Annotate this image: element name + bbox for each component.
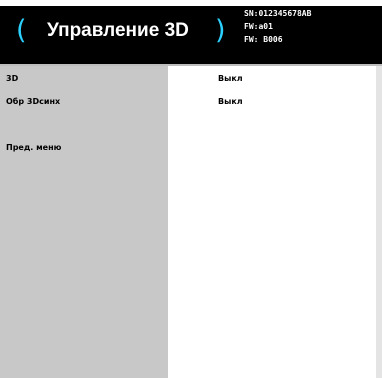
menu-item-3d-sync-invert[interactable]: Обр 3Dсинх xyxy=(6,97,60,107)
firmware-version-1: FW:a01 xyxy=(244,22,273,31)
value-3d[interactable]: Выкл xyxy=(218,74,243,84)
left-bracket: ( xyxy=(16,15,27,46)
page-title: Управление 3D xyxy=(47,20,189,41)
firmware-version-2: FW: B006 xyxy=(244,35,283,44)
menu-values-panel: Выкл Выкл xyxy=(168,66,376,378)
right-edge xyxy=(376,66,382,378)
serial-number: SN:012345678AB xyxy=(244,9,312,18)
menu-item-previous-menu[interactable]: Пред. меню xyxy=(6,143,61,153)
value-3d-sync-invert[interactable]: Выкл xyxy=(218,97,243,107)
menu-item-3d[interactable]: 3D xyxy=(6,74,18,84)
right-bracket: ) xyxy=(215,15,226,46)
menu-labels-panel: 3D Обр 3Dсинх Пред. меню xyxy=(0,66,168,378)
osd-header: ( Управление 3D ) SN:012345678AB FW:a01 … xyxy=(0,6,382,64)
device-info: SN:012345678AB FW:a01 FW: B006 xyxy=(244,7,311,46)
